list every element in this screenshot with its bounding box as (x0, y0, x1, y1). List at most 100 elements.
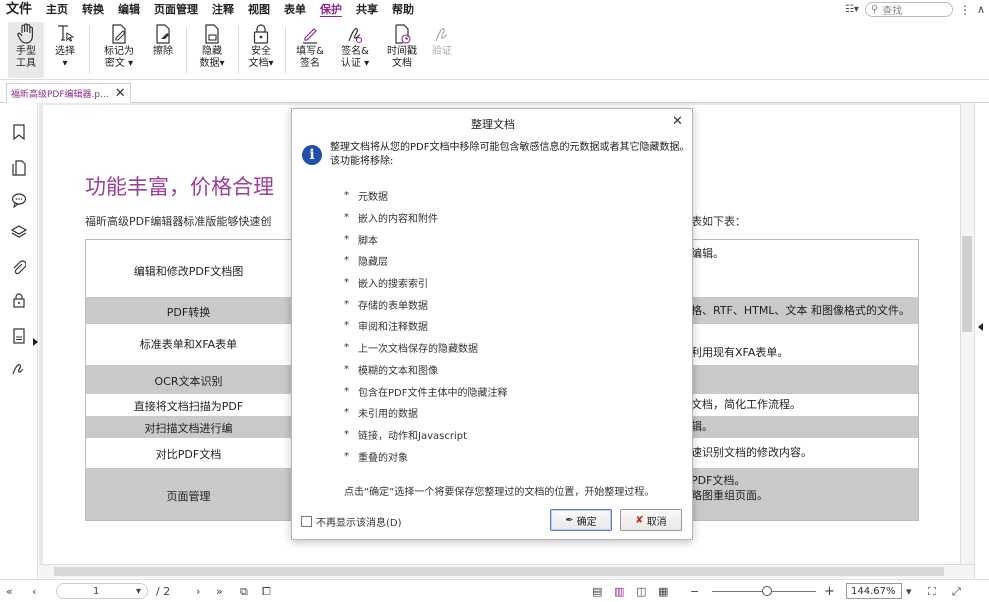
removal-items-list: * 元数据 * 嵌入的内容和附件 * 脚本 * 隐藏层 * 嵌入的搜索索引 * 存储的表单数… (344, 185, 674, 467)
last-page-icon[interactable]: » (216, 583, 223, 600)
list-item: * 嵌入的搜索索引 (344, 277, 428, 291)
fit-page-icon[interactable]: ⧠ (262, 583, 271, 600)
dialog-close-icon[interactable]: ✕ (672, 114, 683, 129)
page-number-input[interactable]: 1 ▾ (56, 583, 148, 599)
sign-certify-icon (344, 22, 366, 46)
hand-icon (15, 22, 37, 46)
hide-data-icon (201, 22, 223, 46)
facing-view-icon[interactable]: ◫ (636, 583, 646, 600)
attachment-icon[interactable] (10, 259, 28, 277)
vertical-scrollbar[interactable] (960, 103, 974, 564)
close-tab-icon[interactable]: ✕ (115, 86, 126, 101)
list-item: * 模糊的文本和图像 (344, 363, 438, 377)
list-item: * 审阅和注释数据 (344, 320, 428, 334)
info-icon: i (302, 145, 322, 165)
menu-protect[interactable]: 保护 (313, 0, 349, 20)
bookmark-icon[interactable] (10, 123, 28, 141)
timestamp-document-button[interactable]: 时间戳 文档 (382, 22, 422, 78)
zoom-level-input[interactable]: 144.67% (846, 583, 902, 599)
list-item: * 元数据 (344, 190, 388, 204)
security-lock-icon[interactable] (10, 291, 28, 309)
hide-data-button[interactable]: 隐藏 数据▾ (193, 22, 231, 78)
horizontal-scrollbar-thumb[interactable] (54, 567, 944, 576)
menu-help[interactable]: 帮助 (385, 0, 421, 20)
zoom-dropdown-icon[interactable]: ▾ (906, 583, 912, 600)
menubar-right: ☷▾ ⚲ 查找 ⋮ ∧ (845, 2, 985, 17)
dialog-title: 整理文档 (471, 118, 515, 131)
page-heading: 功能丰富，价格合理 (85, 175, 274, 199)
comments-icon[interactable] (10, 191, 28, 209)
fit-width-icon[interactable]: ⛶ (928, 583, 936, 600)
dialog-note: 点击“确定”选择一个将要保存您整理过的文档的位置，开始整理过程。 (344, 487, 655, 498)
single-page-view-icon[interactable]: ▤ (592, 583, 602, 600)
menu-edit[interactable]: 编辑 (111, 0, 147, 20)
document-tab[interactable]: 福昕高级PDF编辑器.p... ✕ (6, 83, 131, 103)
validate-icon (431, 22, 453, 46)
right-panel (974, 103, 989, 579)
fullscreen-icon[interactable]: ⤢ (952, 583, 961, 600)
list-item: * 存储的表单数据 (344, 298, 428, 312)
ribbon-separator (285, 26, 286, 74)
mark-redaction-icon (108, 22, 130, 46)
select-button[interactable]: 选择 ▾ (48, 22, 82, 78)
list-item: * 包含在PDF文件主体中的隐藏注释 (344, 385, 508, 399)
list-item: * 上一次文档保存的隐藏数据 (344, 342, 478, 356)
page-dropdown-icon[interactable]: ▾ (136, 586, 141, 597)
erase-button[interactable]: 擦除 (146, 22, 180, 78)
ribbon-separator (186, 26, 187, 74)
layers-icon[interactable] (10, 223, 28, 241)
search-placeholder: 查找 (882, 6, 903, 17)
copy-page-icon[interactable]: ⧉ (240, 583, 248, 600)
page-intro-left: 福昕高级PDF编辑器标准版能够快速创 (85, 215, 272, 228)
secure-document-button[interactable]: 安全 文档▾ (244, 22, 278, 78)
fill-sign-icon (299, 22, 321, 46)
document-tab-strip: 福昕高级PDF编辑器.p... ✕ (0, 81, 989, 103)
sanitize-document-dialog: 整理文档 ✕ i 整理文档将从您的PDF文档中移除可能包含敏感信息的元数据或者其… (291, 108, 693, 540)
list-item: * 重叠的对象 (344, 450, 408, 464)
checkbox-box[interactable] (301, 516, 312, 527)
first-page-icon[interactable]: « (6, 583, 13, 600)
menu-home[interactable]: 主页 (39, 0, 75, 20)
pages-thumbnail-icon[interactable] (10, 159, 28, 177)
search-input[interactable]: ⚲ 查找 (864, 2, 953, 17)
hand-tool-button[interactable]: 手型 工具 (8, 22, 44, 78)
zoom-in-icon[interactable]: + (824, 583, 835, 600)
collapse-right-panel-icon[interactable] (978, 323, 983, 331)
status-bar: « ‹ 1 ▾ / 2 › » ⧉ ⧠ ▤ ▥ ◫ ▦ − + 144.67% … (0, 579, 989, 602)
left-navigation-panel (0, 103, 38, 579)
continuous-facing-view-icon[interactable]: ▦ (658, 583, 668, 600)
page-intro-right: 表如下表： (691, 215, 746, 228)
menu-file[interactable]: 文件 (0, 0, 39, 20)
collapse-ribbon-icon[interactable]: ∧ (977, 3, 985, 16)
zoom-slider-thumb[interactable] (762, 586, 772, 596)
menu-page-manage[interactable]: 页面管理 (147, 0, 205, 20)
previous-page-icon[interactable]: ‹ (32, 583, 36, 600)
fill-sign-button[interactable]: 填写& 签名 (292, 22, 328, 78)
document-properties-icon[interactable] (10, 327, 28, 345)
menu-share[interactable]: 共享 (349, 0, 385, 20)
menu-form[interactable]: 表单 (277, 0, 313, 20)
validate-button[interactable]: 验证 (426, 22, 458, 78)
next-page-icon[interactable]: › (196, 583, 200, 600)
more-options-icon[interactable]: ⋮ (959, 3, 971, 17)
dont-show-again-label: 不再显示该消息(D) (316, 518, 402, 529)
list-item: * 脚本 (344, 233, 378, 247)
menu-convert[interactable]: 转换 (75, 0, 111, 20)
select-cursor-icon (54, 22, 76, 46)
signature-panel-icon[interactable] (10, 359, 28, 377)
ok-button[interactable]: ✒ 确定 (550, 509, 612, 531)
search-options-icon[interactable]: ☷▾ (845, 4, 859, 15)
menu-comment[interactable]: 注释 (205, 0, 241, 20)
list-item: * 嵌入的内容和附件 (344, 212, 438, 226)
vertical-scrollbar-thumb[interactable] (962, 236, 972, 332)
mark-redaction-button[interactable]: 标记为 密文 ▾ (96, 22, 142, 78)
search-icon: ⚲ (870, 4, 879, 15)
zoom-out-icon[interactable]: − (690, 583, 699, 600)
cancel-button[interactable]: ✘ 取消 (620, 509, 682, 531)
continuous-view-icon[interactable]: ▥ (614, 583, 624, 600)
sign-certify-button[interactable]: 签名& 认证 ▾ (334, 22, 376, 78)
cancel-x-icon: ✘ (635, 514, 644, 526)
expand-panel-icon[interactable] (33, 338, 38, 346)
dont-show-again-checkbox[interactable]: 不再显示该消息(D) (301, 514, 402, 529)
menu-view[interactable]: 视图 (241, 0, 277, 20)
